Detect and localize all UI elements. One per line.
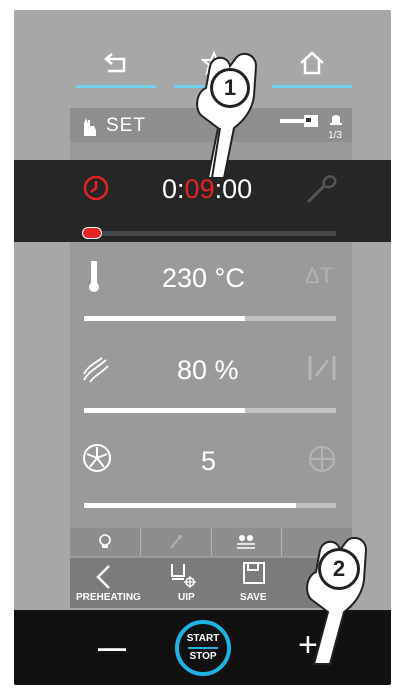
oven-display-frame: SET 1/3 0:09:00 230 °C ΔT 80 % 5 PREHEAT… xyxy=(14,10,391,685)
fan-icon xyxy=(83,444,111,472)
timer-slider-thumb[interactable] xyxy=(82,227,102,239)
function-lamp[interactable] xyxy=(70,528,141,556)
preheating-button[interactable]: PREHEATING xyxy=(70,558,142,608)
fan-reverse-icon[interactable] xyxy=(305,442,339,476)
temperature-value: 230 °C xyxy=(162,263,245,293)
save-label: SAVE xyxy=(240,592,267,603)
bell-icon xyxy=(330,115,342,125)
timer-slider-track[interactable] xyxy=(84,231,336,236)
humidity-slider-fill[interactable] xyxy=(84,408,245,413)
start-label: START xyxy=(186,633,220,644)
nav-underline xyxy=(76,85,156,88)
probe-small-icon xyxy=(169,535,182,549)
home-button[interactable] xyxy=(266,38,358,88)
nav-underline xyxy=(272,85,352,88)
preheating-label: PREHEATING xyxy=(76,592,141,603)
uip-button[interactable]: UIP xyxy=(156,558,212,608)
save-disk-icon xyxy=(243,562,265,584)
callout-number-1: 1 xyxy=(210,68,250,108)
thermometer-icon xyxy=(89,261,99,292)
lightbulb-icon xyxy=(99,534,111,548)
callout-number-2: 2 xyxy=(318,548,360,590)
set-label: SET xyxy=(106,115,146,136)
temperature-slider-fill[interactable] xyxy=(84,316,245,321)
uip-icon xyxy=(171,564,196,588)
humidity-value: 80 % xyxy=(177,355,239,385)
function-settings[interactable] xyxy=(212,528,283,556)
delta-t-label[interactable]: ΔT xyxy=(305,263,333,289)
fan-speed-value: 5 xyxy=(201,446,217,476)
home-icon xyxy=(300,51,324,75)
probe-icon xyxy=(280,115,318,127)
steam-icon xyxy=(83,357,109,383)
start-stop-divider xyxy=(188,647,218,649)
start-stop-button[interactable]: START STOP xyxy=(175,620,231,676)
back-arrow-icon xyxy=(104,53,126,73)
hand-set-icon xyxy=(84,118,96,136)
fan-slider-fill[interactable] xyxy=(84,503,296,508)
uip-label: UIP xyxy=(178,592,195,603)
back-button[interactable] xyxy=(70,38,162,88)
sliders-icon xyxy=(237,535,256,549)
minus-button[interactable]: — xyxy=(98,632,126,664)
save-button[interactable]: SAVE xyxy=(226,558,286,608)
timer-hours: 0 xyxy=(162,174,178,204)
function-probe[interactable] xyxy=(141,528,212,556)
chevron-left-icon xyxy=(96,565,110,589)
damper-icon[interactable] xyxy=(306,352,338,384)
core-probe-icon xyxy=(306,175,337,204)
clock-icon xyxy=(83,175,109,201)
page-indicator: 1/3 xyxy=(328,130,342,141)
stop-label: STOP xyxy=(189,651,217,662)
